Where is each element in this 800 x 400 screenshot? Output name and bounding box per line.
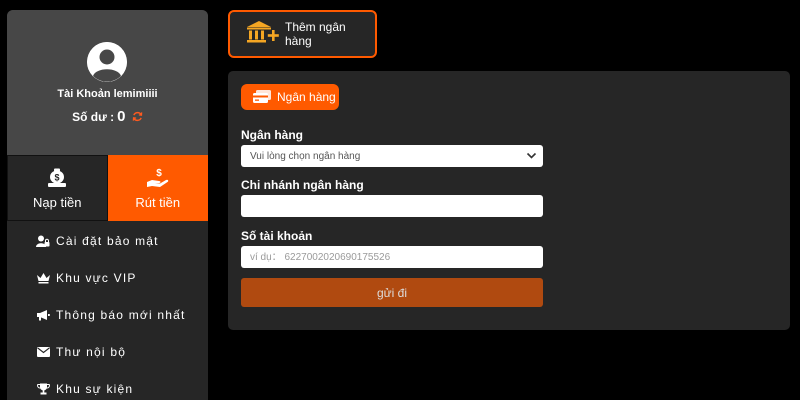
envelope-icon <box>35 346 51 357</box>
megaphone-icon <box>35 309 51 321</box>
bank-select[interactable]: Vui lòng chọn ngân hàng <box>241 145 543 167</box>
bank-form-panel: Ngân hàng Ngân hàng Vui lòng chọn ngân h… <box>228 71 790 330</box>
sidebar-item-events[interactable]: Khu sự kiện <box>7 370 208 400</box>
account-number-input[interactable] <box>241 246 543 268</box>
sidebar-item-label: Thông báo mới nhất <box>56 307 186 322</box>
branch-input[interactable] <box>241 195 543 217</box>
submit-button[interactable]: gửi đi <box>241 278 543 307</box>
sidebar-item-label: Khu vực VIP <box>56 270 137 285</box>
sidebar-item-label: Cài đặt bảo mật <box>56 233 159 248</box>
credit-card-icon <box>253 90 271 103</box>
deposit-label: Nạp tiền <box>33 194 82 210</box>
refresh-icon[interactable] <box>129 110 143 124</box>
crown-icon <box>35 272 51 284</box>
add-bank-button[interactable]: Thêm ngân hàng <box>228 10 377 58</box>
withdraw-label: Rút tiền <box>135 194 181 210</box>
sidebar-item-vip[interactable]: Khu vực VIP <box>7 259 208 296</box>
withdraw-button[interactable]: $ Rút tiền <box>107 155 208 221</box>
svg-text:$: $ <box>55 172 60 182</box>
account-label: Số tài khoản <box>241 229 313 243</box>
chevron-down-icon <box>526 152 537 159</box>
user-lock-icon <box>35 235 51 247</box>
add-bank-label: Thêm ngân hàng <box>285 20 346 48</box>
bank-select-value: Vui lòng chọn ngân hàng <box>250 150 361 162</box>
bank-add-icon <box>246 20 280 49</box>
balance-label: Số dư : <box>72 110 115 124</box>
sidebar-item-notifications[interactable]: Thông báo mới nhất <box>7 296 208 333</box>
sidebar-menu: Cài đặt bảo mật Khu vực VIP Thông báo mớ… <box>7 222 208 400</box>
branch-label: Chi nhánh ngân hàng <box>241 178 364 192</box>
balance-value: 0 <box>117 108 126 125</box>
tab-bank-label: Ngân hàng <box>277 90 336 104</box>
svg-text:$: $ <box>156 168 162 179</box>
money-bag-icon: $ <box>48 168 67 187</box>
sidebar-item-label: Thư nội bộ <box>56 344 127 359</box>
trophy-icon <box>35 383 51 395</box>
sidebar: Tài Khoản lemimiiii Số dư :0 $ Nạp tiền … <box>7 10 208 400</box>
sidebar-item-inbox[interactable]: Thư nội bộ <box>7 333 208 370</box>
sidebar-item-label: Khu sự kiện <box>56 381 134 396</box>
bank-label: Ngân hàng <box>241 128 303 142</box>
username: Tài Khoản lemimiiii <box>57 88 158 100</box>
balance: Số dư :0 <box>7 108 208 125</box>
action-row: $ Nạp tiền $ Rút tiền <box>7 155 208 221</box>
profile-card: Tài Khoản lemimiiii Số dư :0 <box>7 10 208 155</box>
hand-money-icon: $ <box>146 168 168 187</box>
deposit-button[interactable]: $ Nạp tiền <box>7 155 108 221</box>
tab-bank[interactable]: Ngân hàng <box>241 84 339 110</box>
avatar-icon <box>87 42 127 82</box>
sidebar-item-security[interactable]: Cài đặt bảo mật <box>7 222 208 259</box>
